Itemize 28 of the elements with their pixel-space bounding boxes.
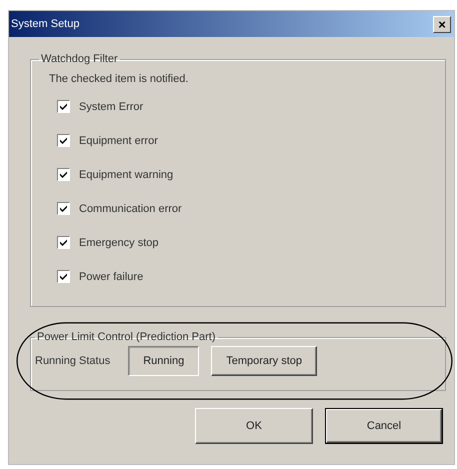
status-label: Running Status [35,355,110,367]
checkbox[interactable] [57,236,70,249]
status-toggle-button[interactable]: Temporary stop [211,346,318,376]
check-icon [59,102,68,111]
checkbox[interactable] [57,202,70,215]
checkbox-label: System Error [79,100,144,112]
checkbox[interactable] [57,168,70,181]
checkbox[interactable] [57,134,70,147]
checkbox[interactable] [57,100,70,113]
group-title: Watchdog Filter [40,53,119,65]
checkbox[interactable] [57,270,70,283]
checkbox-label: Communication error [79,202,182,214]
checkbox-label: Equipment warning [79,168,174,180]
check-icon [59,170,68,179]
ok-button[interactable]: OK [195,408,313,444]
window-title: System Setup [11,18,80,30]
checkbox-label: Emergency stop [79,236,158,248]
check-icon [59,272,68,281]
cancel-button[interactable]: Cancel [325,408,443,444]
group-title: Power Limit Control (Prediction Part) [36,331,217,343]
checkbox-label: Equipment error [79,134,158,146]
check-icon [59,136,68,145]
check-icon [59,238,68,247]
close-button[interactable]: × [433,16,451,32]
instruction-text: The checked item is notified. [49,73,190,85]
status-toggle-button[interactable]: Running [128,346,200,376]
checkbox-label: Power failure [79,270,144,282]
check-icon [59,204,68,213]
